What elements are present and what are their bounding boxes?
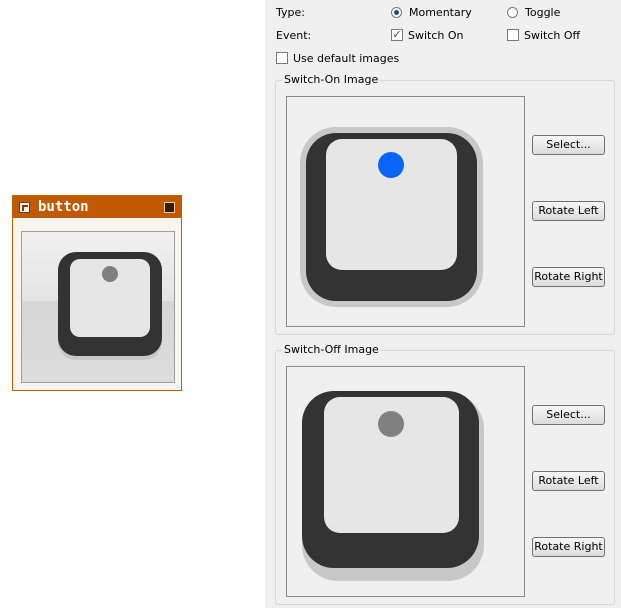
switch-on-image-preview (286, 96, 525, 327)
button-widget[interactable]: button (12, 195, 182, 391)
switch-on-rotate-left-button[interactable]: Rotate Left (532, 201, 605, 221)
switch-on-group-title: Switch-On Image (282, 73, 381, 87)
switch-off-dot-icon (378, 411, 404, 437)
switch-off-checkbox[interactable] (507, 29, 519, 41)
switch-on-group: Switch-On Image Select... Rotate Left Ro… (275, 73, 615, 335)
use-default-images-checkbox[interactable] (276, 52, 288, 64)
indicator-dot-icon (102, 266, 118, 282)
widget-icon (19, 201, 30, 213)
switch-on-checkbox[interactable]: ✓ (391, 29, 403, 41)
button-image-icon (58, 252, 162, 360)
widget-title: button (38, 199, 89, 215)
momentary-radio[interactable] (391, 7, 402, 18)
type-label: Type: (276, 6, 305, 19)
switch-off-image-preview (286, 366, 525, 597)
toggle-radio[interactable] (507, 7, 518, 18)
switch-off-group: Switch-Off Image Select... Rotate Left R… (275, 343, 615, 605)
widget-button-preview[interactable] (21, 231, 175, 383)
switch-on-button-image-icon (300, 127, 483, 307)
toggle-label[interactable]: Toggle (525, 6, 560, 20)
switch-off-rotate-right-button[interactable]: Rotate Right (532, 537, 605, 557)
switch-off-rotate-left-button[interactable]: Rotate Left (532, 471, 605, 491)
switch-off-group-title: Switch-Off Image (282, 343, 381, 357)
switch-off-select-button[interactable]: Select... (532, 405, 605, 425)
widget-header[interactable]: button (13, 196, 181, 218)
switch-on-select-button[interactable]: Select... (532, 135, 605, 155)
event-label: Event: (276, 29, 312, 42)
properties-panel: Type: Momentary Toggle Event: ✓ Switch O… (265, 0, 621, 608)
switch-on-dot-icon (378, 152, 404, 178)
use-default-images-label[interactable]: Use default images (293, 52, 399, 66)
momentary-label[interactable]: Momentary (409, 6, 472, 20)
switch-off-label[interactable]: Switch Off (524, 29, 580, 43)
switch-on-rotate-right-button[interactable]: Rotate Right (532, 267, 605, 287)
switch-off-button-image-icon (302, 391, 484, 581)
switch-on-label[interactable]: Switch On (408, 29, 464, 43)
pin-icon[interactable] (164, 201, 175, 213)
